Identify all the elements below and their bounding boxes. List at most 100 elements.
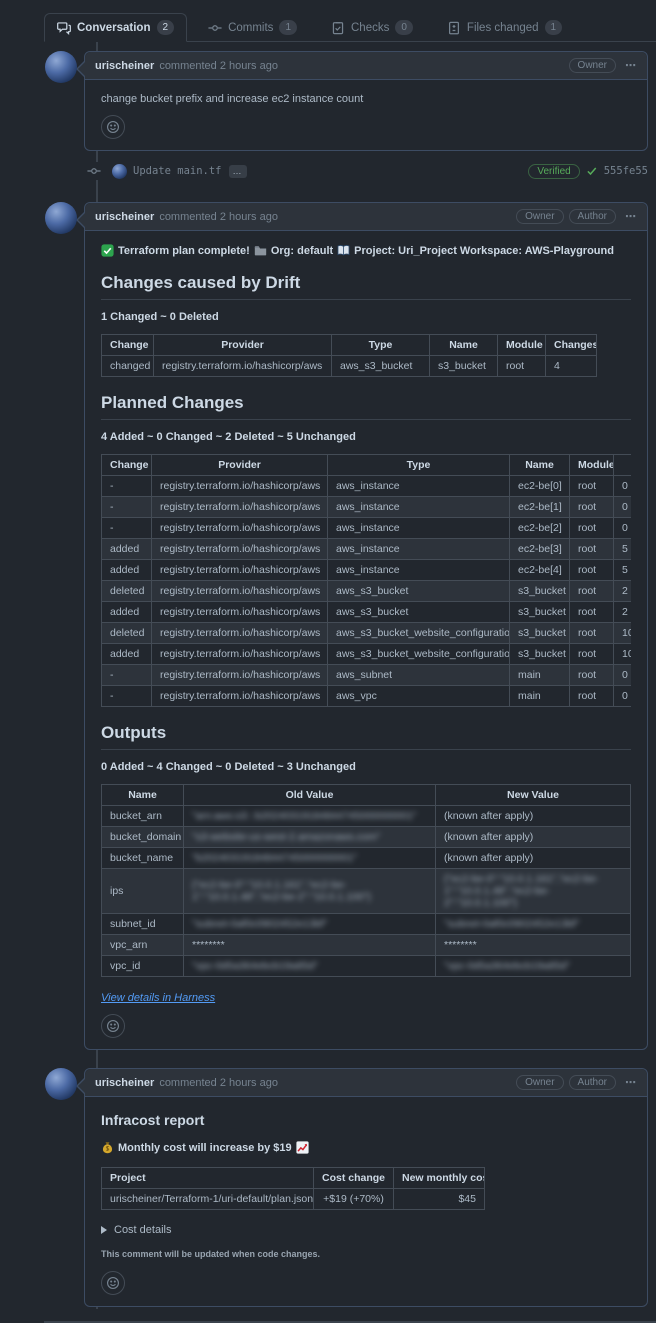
comment: urischeiner commented 2 hours ago Owner … [84,1068,648,1307]
table-row: subnet_id"subnet-0af0c0902452e13bf""subn… [102,914,631,935]
avatar[interactable] [45,1068,77,1100]
tab-conversation[interactable]: Conversation 2 [44,13,187,42]
smiley-icon [106,120,120,134]
tab-files-changed[interactable]: Files changed 1 [434,13,575,42]
avatar[interactable] [45,51,77,83]
cell-value: ******** [444,939,477,951]
author-link[interactable]: urischeiner [95,211,154,223]
cell-value: root [578,606,596,618]
view-details-link[interactable]: View details in Harness [101,992,215,1004]
column-header: Changes [614,455,632,476]
cell-value: 4 [554,360,560,372]
avatar[interactable] [45,202,77,234]
column-header: Project [102,1168,314,1189]
cell-value: bucket_name [110,852,173,864]
table-row: vpc_arn**************** [102,935,631,956]
commit-avatar[interactable] [112,164,127,179]
column-header: Type [332,335,430,356]
cell-value: main [518,669,541,681]
cell-value: ******** [192,939,225,951]
table-row: addedregistry.terraform.io/hashicorp/aws… [102,539,632,560]
author-badge: Author [569,209,616,224]
author-link[interactable]: urischeiner [95,1077,154,1089]
tab-count-badge: 0 [395,20,413,35]
tab-label: Checks [351,22,389,34]
column-header: Type [328,455,510,476]
pr-tab-bar: Conversation 2 Commits 1 Checks 0 [44,0,656,42]
smiley-icon [106,1019,120,1033]
table-row: addedregistry.terraform.io/hashicorp/aws… [102,560,632,581]
cell-value: root [578,480,596,492]
cell-value: {"ec2-be-0":"10.0.1.161","ec2-be-1":"10.… [192,879,371,903]
cell-value: ec2-be[2] [518,522,562,534]
kebab-menu-button[interactable]: ⋯ [625,59,637,72]
reaction-button[interactable] [101,1271,125,1295]
tab-checks[interactable]: Checks 0 [318,13,426,42]
column-header: Name [102,785,184,806]
cell-value: root [578,669,596,681]
tab-count-badge: 1 [545,20,563,35]
open-book-emoji-icon [337,244,350,257]
cell-value: "s3-website-us-west-2.amazonaws.com" [192,831,380,843]
cell-value: "subnet-0af0c0902452e13bf" [192,918,327,930]
comment: urischeiner commented 2 hours ago Owner … [84,202,648,1050]
table-row: bucket_arn"arn:aws:s3:::b202403191848447… [102,806,631,827]
commit-message-link[interactable]: Update main.tf [133,165,222,177]
cell-value: aws_s3_bucket_website_configuration [336,627,510,639]
cell-value: root [578,585,596,597]
cell-value: 2 [622,606,628,618]
tab-count-badge: 1 [279,20,297,35]
cell-value: aws_instance [336,543,400,555]
column-header: Old Value [184,785,436,806]
cell-value: urischeiner/Terraform-1/uri-default/plan… [110,1193,313,1205]
column-header: Module [498,335,546,356]
white-check-mark-emoji-icon [101,244,114,257]
cell-value: "vpc-0d5a364ebcb19a85d" [444,960,570,972]
column-header: Provider [152,455,328,476]
cell-value: 5 [622,543,628,555]
cell-value: vpc_id [110,960,140,972]
cell-value: s3_bucket [518,648,566,660]
table-row: -registry.terraform.io/hashicorp/awsaws_… [102,665,632,686]
kebab-menu-button[interactable]: ⋯ [625,1076,637,1089]
tab-count-badge: 2 [157,20,175,35]
cell-value: deleted [110,585,144,597]
cell-value: {"ec2-be-0":"10.0.1.161","ec2-be-1":"10.… [444,873,599,909]
cell-value: +$19 (+70%) [323,1193,384,1205]
author-link[interactable]: urischeiner [95,60,154,72]
cell-value: aws_instance [336,564,400,576]
cell-value: root [578,627,596,639]
kebab-menu-button[interactable]: ⋯ [625,210,637,223]
cell-value: - [110,501,114,513]
check-icon [586,165,598,177]
commit-sha-link[interactable]: 555fe55 [604,165,648,177]
cell-value: aws_s3_bucket_website_configuration [336,648,510,660]
planned-changes-summary: 4 Added ~ 0 Changed ~ 2 Deleted ~ 5 Unch… [101,431,631,443]
timestamp: commented 2 hours ago [159,1077,278,1089]
cell-value: registry.terraform.io/hashicorp/aws [160,627,320,639]
cell-value: s3_bucket [438,360,486,372]
cell-value: s3_bucket [518,606,566,618]
cell-value: aws_instance [336,522,400,534]
cost-table: ProjectCost changeNew monthly costurisch… [101,1167,485,1210]
cell-value: "b20240319184844745000000001" [192,852,357,864]
reaction-button[interactable] [101,1014,125,1038]
cell-value: registry.terraform.io/hashicorp/aws [160,690,320,702]
cell-value: - [110,522,114,534]
outputs-heading: Outputs [101,723,631,750]
table-row: -registry.terraform.io/hashicorp/awsaws_… [102,686,632,707]
column-header: Change [102,335,154,356]
cell-value: 5 [622,564,628,576]
tab-commits[interactable]: Commits 1 [195,13,310,42]
cost-details-toggle[interactable]: Cost details [101,1224,631,1236]
reaction-button[interactable] [101,115,125,139]
column-header: Name [430,335,498,356]
commit-expander-button[interactable]: … [229,165,247,178]
cell-value: bucket_arn [110,810,162,822]
table-row: vpc_id"vpc-0d5a364ebcb19a85d""vpc-0d5a36… [102,956,631,977]
timestamp: commented 2 hours ago [159,60,278,72]
table-row: changedregistry.terraform.io/hashicorp/a… [102,356,597,377]
cell-value: main [518,690,541,702]
column-header: New monthly cost [394,1168,485,1189]
verified-badge[interactable]: Verified [528,164,579,179]
